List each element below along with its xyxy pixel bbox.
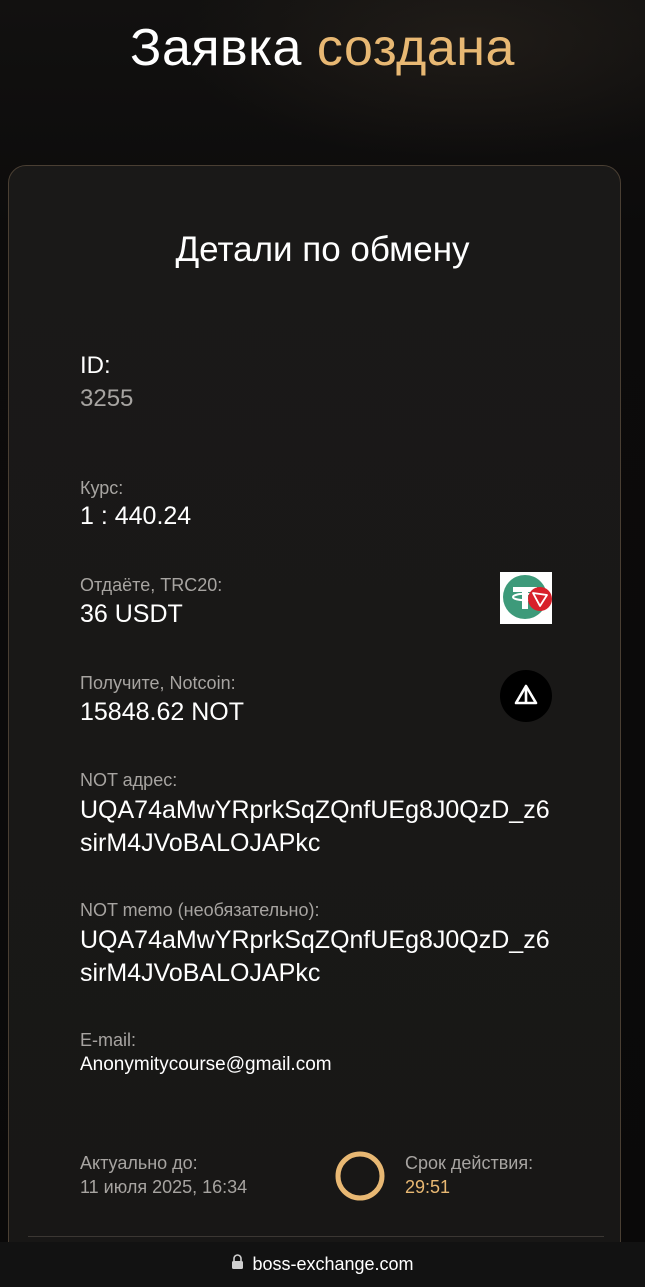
expiry-label: Срок действия: bbox=[405, 1153, 534, 1173]
give-value: 36 USDT bbox=[80, 600, 183, 628]
browser-address-bar[interactable]: boss-exchange.com bbox=[0, 1242, 645, 1287]
expiry-timer-value: 29:51 bbox=[405, 1177, 451, 1197]
rate-label: Курс: bbox=[80, 478, 124, 498]
browser-url: boss-exchange.com bbox=[252, 1254, 414, 1274]
lock-icon bbox=[231, 1241, 244, 1286]
receive-label: Получите, Notcoin: bbox=[80, 673, 236, 693]
card-title: Детали по обмену bbox=[175, 230, 470, 269]
valid-until-value: 11 июля 2025, 16:34 bbox=[80, 1177, 248, 1197]
id-value: 3255 bbox=[80, 385, 134, 412]
give-label: Отдаёте, TRC20: bbox=[80, 575, 223, 595]
page-title-part1: Заявка bbox=[130, 19, 302, 77]
timer-ring-icon bbox=[334, 1150, 386, 1202]
exchange-order-page: Заявка создана Детали по обмену ID: 3255… bbox=[0, 0, 645, 1287]
email-value: Anonymitycourse@gmail.com bbox=[80, 1054, 332, 1075]
page-title: Заявка создана bbox=[0, 18, 645, 78]
page-title-part2: создана bbox=[316, 19, 515, 77]
notcoin-icon bbox=[500, 670, 552, 722]
id-label: ID: bbox=[80, 352, 111, 379]
address-value: UQA74aMwYRprkSqZQnfUEg8J0QzD_z6sirM4JVoB… bbox=[80, 796, 550, 857]
usdt-trc20-icon bbox=[500, 572, 552, 624]
rate-value: 1 : 440.24 bbox=[80, 502, 192, 530]
email-label: E-mail: bbox=[80, 1030, 137, 1050]
memo-value: UQA74aMwYRprkSqZQnfUEg8J0QzD_z6sirM4JVoB… bbox=[80, 926, 550, 987]
valid-until-label: Актуально до: bbox=[80, 1153, 198, 1173]
memo-label: NOT memo (необязательно): bbox=[80, 900, 320, 920]
address-label: NOT адрес: bbox=[80, 770, 178, 790]
divider bbox=[28, 1236, 604, 1237]
receive-value: 15848.62 NOT bbox=[80, 698, 244, 726]
